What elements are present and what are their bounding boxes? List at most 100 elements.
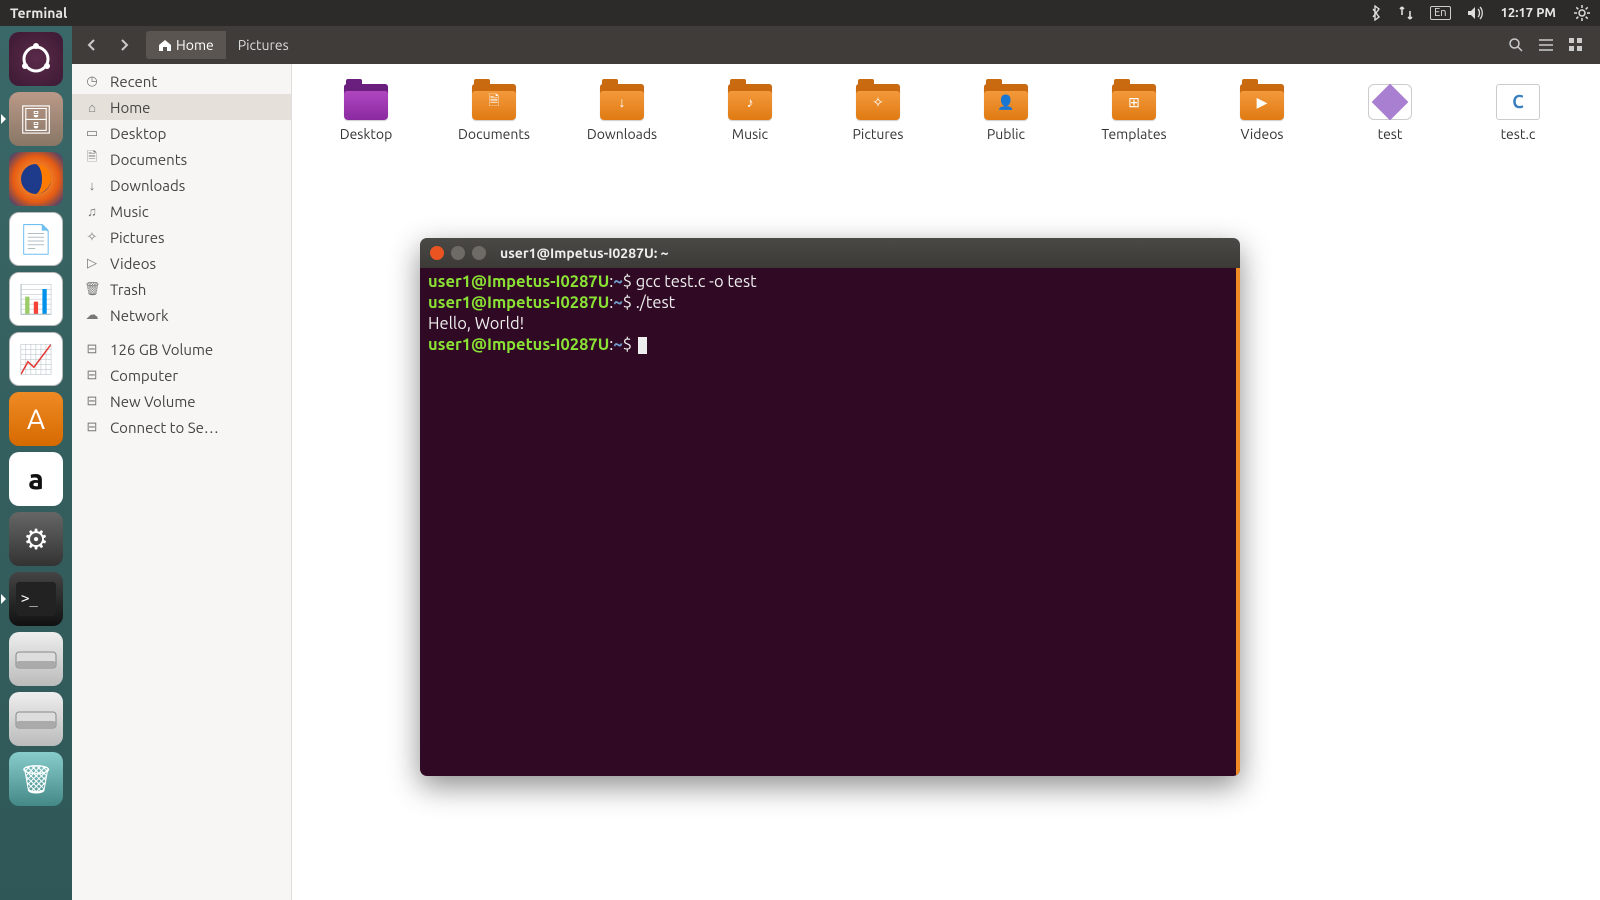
folder-icon: 👤 [984,84,1028,120]
place-icon: ⊟ [84,394,100,409]
sidebar-item-label: New Volume [110,393,196,410]
file-item-downloads[interactable]: ↓ Downloads [576,84,668,142]
nav-forward-button[interactable] [110,31,138,59]
view-list-icon[interactable] [1536,35,1556,55]
folder-icon: ▶ [1240,84,1284,120]
folder-icon: 🗎 [472,84,516,120]
clock[interactable]: 12:17 PM [1493,6,1564,20]
search-icon[interactable] [1506,35,1526,55]
file-item-videos[interactable]: ▶ Videos [1216,84,1308,142]
sidebar-item-computer[interactable]: ⊟Computer [72,362,291,388]
sidebar-item-trash[interactable]: 🗑 Trash [72,276,291,302]
executable-icon [1368,84,1412,120]
files-toolbar: HomePictures [72,26,1600,64]
terminal-title: user1@Impetus-I0287U: ~ [500,245,669,261]
file-item-templates[interactable]: ⊞Templates [1088,84,1180,142]
launcher-files[interactable]: 🗄 [9,92,63,146]
sidebar-item-label: 126 GB Volume [110,341,213,358]
breadcrumb-home[interactable]: Home [146,31,226,59]
file-item-public[interactable]: 👤Public [960,84,1052,142]
sidebar-item-label: Trash [110,281,146,298]
launcher-libreoffice-calc[interactable]: 📊 [9,272,63,326]
place-icon: 🗎 [84,148,100,170]
sidebar-item-126-gb-volume[interactable]: ⊟ 126 GB Volume [72,336,291,362]
sidebar-item-recent[interactable]: ◷Recent [72,68,291,94]
network-icon[interactable] [1390,6,1422,20]
file-item-pictures[interactable]: ✧Pictures [832,84,924,142]
window-minimize-button[interactable] [451,246,465,260]
window-maximize-button[interactable] [472,246,486,260]
launcher-firefox[interactable] [9,152,63,206]
file-label: Videos [1241,126,1284,142]
nav-back-button[interactable] [78,31,106,59]
sidebar-item-music[interactable]: ♫Music [72,198,291,224]
file-label: Downloads [587,126,657,142]
terminal-line: user1@Impetus-I0287U:~$ [428,335,1228,356]
file-item-music[interactable]: ♪ Music [704,84,796,142]
sidebar-item-home[interactable]: ⌂ Home [72,94,291,120]
system-menu-icon[interactable] [1564,5,1600,21]
folder-icon [344,84,388,120]
launcher-libreoffice-impress[interactable]: 📈 [9,332,63,386]
sidebar-item-label: Pictures [110,229,165,246]
file-label: Pictures [853,126,904,142]
place-icon: 🗑 [84,282,100,297]
sidebar-item-connect-to-se-[interactable]: ⊟Connect to Se… [72,414,291,440]
file-label: Documents [458,126,530,142]
view-grid-icon[interactable] [1566,35,1586,55]
place-icon: ✧ [84,230,100,245]
bluetooth-icon[interactable] [1362,5,1390,21]
file-label: Desktop [340,126,393,142]
sound-icon[interactable] [1459,6,1493,20]
sidebar-item-pictures[interactable]: ✧ Pictures [72,224,291,250]
place-icon: ▷ [84,256,100,271]
file-label: Music [732,126,768,142]
place-icon: ▭ [84,126,100,141]
sidebar-item-label: Home [110,99,150,116]
sidebar-item-network[interactable]: ☁Network [72,302,291,328]
folder-icon: ↓ [600,84,644,120]
place-icon: ⊟ [84,368,100,383]
place-icon: ⊟ [84,342,100,357]
place-icon: ⌂ [84,100,100,115]
file-item-desktop[interactable]: Desktop [320,84,412,142]
launcher-system-settings[interactable]: ⚙ [9,512,63,566]
launcher-drive-1[interactable] [9,632,63,686]
sidebar-item-documents[interactable]: 🗎 Documents [72,146,291,172]
sidebar-item-videos[interactable]: ▷Videos [72,250,291,276]
launcher-trash[interactable]: 🗑 [9,752,63,806]
file-item-test-c[interactable]: Ctest.c [1472,84,1564,142]
launcher-amazon[interactable]: a [9,452,63,506]
sidebar-item-downloads[interactable]: ↓Downloads [72,172,291,198]
window-close-button[interactable] [430,246,444,260]
launcher-terminal[interactable]: >_ [9,572,63,626]
file-item-documents[interactable]: 🗎 Documents [448,84,540,142]
sidebar-item-label: Documents [110,151,187,168]
terminal-line: user1@Impetus-I0287U:~$ ./test [428,293,1228,314]
folder-icon: ♪ [728,84,772,120]
terminal-titlebar[interactable]: user1@Impetus-I0287U: ~ [420,238,1240,268]
sidebar-item-new-volume[interactable]: ⊟ New Volume [72,388,291,414]
folder-icon: ⊞ [1112,84,1156,120]
launcher-ubuntu-software[interactable]: A [9,392,63,446]
terminal-body[interactable]: user1@Impetus-I0287U:~$ gcc test.c -o te… [420,268,1240,776]
terminal-output: Hello, World! [428,314,1228,335]
file-label: test.c [1501,126,1536,142]
sidebar-item-label: Downloads [110,177,185,194]
sidebar-item-label: Music [110,203,149,220]
launcher-libreoffice-writer[interactable]: 📄 [9,212,63,266]
terminal-window[interactable]: user1@Impetus-I0287U: ~ user1@Impetus-I0… [420,238,1240,776]
breadcrumb-pictures[interactable]: Pictures [226,31,301,59]
unity-launcher: 🗄 📄 📊 📈 Aa ⚙ >_ 🗑 [0,26,72,900]
c-source-icon: C [1496,84,1540,120]
keyboard-indicator[interactable]: En [1422,6,1458,20]
terminal-line: user1@Impetus-I0287U:~$ gcc test.c -o te… [428,272,1228,293]
launcher-drive-2[interactable] [9,692,63,746]
sidebar-item-desktop[interactable]: ▭ Desktop [72,120,291,146]
launcher-ubuntu-dash[interactable] [9,32,63,86]
terminal-cursor [638,337,647,354]
sidebar-item-label: Desktop [110,125,166,142]
sidebar-item-label: Connect to Se… [110,419,219,436]
file-item-test[interactable]: test [1344,84,1436,142]
file-label: test [1378,126,1403,142]
